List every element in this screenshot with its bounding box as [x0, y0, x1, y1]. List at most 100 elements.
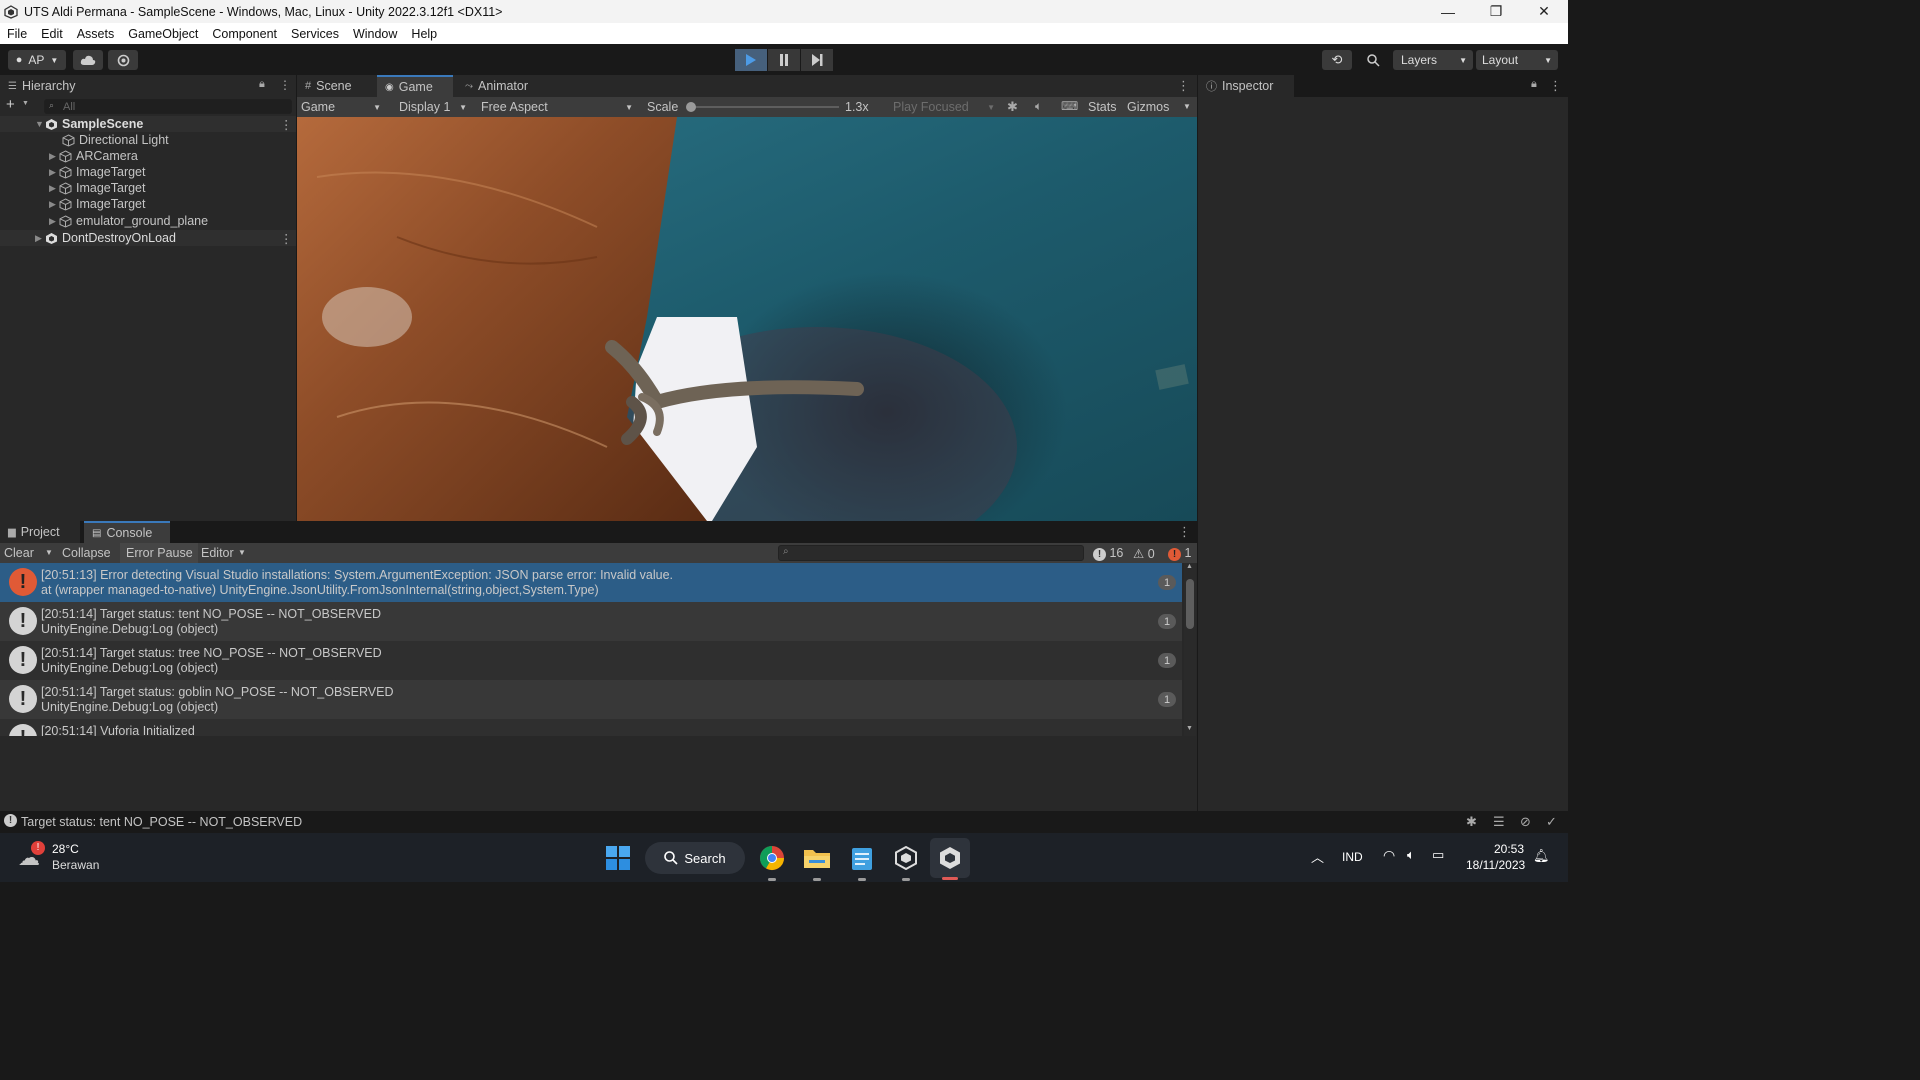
tab-inspector[interactable]: ⓘ Inspector [1198, 75, 1294, 97]
menu-help[interactable]: Help [404, 27, 444, 41]
more-options-icon[interactable]: ⋮ [1549, 78, 1562, 94]
scroll-up-icon[interactable]: ▲ [1186, 563, 1193, 570]
chevron-down-icon[interactable]: ▼ [22, 100, 29, 107]
search-button[interactable] [1358, 50, 1388, 70]
status-message[interactable]: Target status: tent NO_POSE -- NOT_OBSER… [21, 815, 302, 829]
play-focused-dropdown[interactable]: Play Focused ▼ [887, 97, 999, 117]
log-filter-button[interactable]: ! 16 [1093, 546, 1123, 561]
scale-slider[interactable] [689, 106, 839, 108]
minimize-button[interactable]: — [1424, 0, 1472, 23]
unity-hub-app[interactable] [891, 843, 921, 873]
console-row[interactable]: ! [20:51:13] Error detecting Visual Stud… [0, 563, 1182, 602]
notification-icon[interactable]: 🔔︎ [1533, 848, 1550, 864]
check-icon[interactable]: ✓ [1546, 814, 1557, 830]
file-explorer-app[interactable] [802, 843, 832, 873]
hierarchy-item[interactable]: Directional Light [0, 132, 296, 148]
console-row[interactable]: ! [20:51:14] Target status: tent NO_POSE… [0, 602, 1182, 641]
network-icon[interactable]: ⊘ [1520, 814, 1531, 830]
collab-button[interactable] [108, 50, 138, 70]
expand-arrow-icon[interactable]: ▶ [35, 233, 45, 244]
console-row[interactable]: ! [20:51:14] Target status: tree NO_POSE… [0, 641, 1182, 680]
chevron-down-icon[interactable]: ▼ [1183, 102, 1191, 111]
expand-arrow-icon[interactable]: ▶ [49, 151, 59, 162]
layout-dropdown[interactable]: Layout ▼ [1476, 50, 1558, 70]
more-options-icon[interactable]: ⋮ [1178, 524, 1191, 540]
menu-assets[interactable]: Assets [70, 27, 122, 41]
chevron-down-icon[interactable]: ▼ [238, 548, 246, 557]
expand-arrow-icon[interactable]: ▶ [49, 199, 59, 210]
wifi-icon[interactable]: ◠ [1383, 847, 1395, 864]
more-options-icon[interactable]: ⋮ [280, 117, 293, 132]
menu-gameobject[interactable]: GameObject [121, 27, 205, 41]
history-button[interactable]: ⟲ [1322, 50, 1352, 70]
tab-animator[interactable]: ⤳ Animator [457, 75, 537, 97]
lock-icon[interactable]: 🔒︎ [1531, 78, 1537, 91]
lock-icon[interactable]: 🔒︎ [259, 78, 265, 91]
error-pause-button[interactable]: Error Pause [126, 546, 193, 560]
tab-console[interactable]: ▤ Console [84, 521, 170, 543]
console-row[interactable]: ! [20:51:14] Vuforia Initialized [0, 719, 1182, 736]
taskbar-search[interactable]: Search [645, 842, 745, 874]
chevron-down-icon[interactable]: ▼ [45, 548, 53, 557]
bug-icon[interactable]: ✱ [1007, 99, 1018, 115]
scrollbar-thumb[interactable] [1186, 579, 1194, 629]
stats-button[interactable]: Stats [1088, 100, 1117, 114]
battery-icon[interactable]: ▭ [1432, 847, 1444, 863]
more-options-icon[interactable]: ⋮ [1177, 78, 1190, 94]
play-button[interactable] [735, 49, 767, 71]
console-scrollbar[interactable]: ▲ ▼ [1184, 563, 1196, 736]
close-button[interactable]: ✕ [1520, 0, 1568, 23]
unity-editor-app[interactable] [930, 838, 970, 878]
maximize-button[interactable]: ❐ [1472, 0, 1520, 23]
start-button[interactable] [603, 843, 633, 873]
account-button[interactable]: ● AP ▼ [8, 50, 66, 70]
scroll-down-icon[interactable]: ▼ [1186, 725, 1193, 732]
hierarchy-item[interactable]: ▶ ImageTarget [0, 196, 296, 212]
language-indicator[interactable]: IND [1342, 850, 1363, 864]
more-options-icon[interactable]: ⋮ [280, 231, 293, 246]
expand-arrow-icon[interactable]: ▶ [49, 183, 59, 194]
volume-icon[interactable]: 🔈︎ [1407, 847, 1415, 863]
error-filter-button[interactable]: ! 1 [1168, 546, 1191, 561]
console-search-input[interactable]: ⌕ [778, 545, 1084, 561]
game-viewport[interactable] [297, 117, 1197, 521]
add-icon[interactable]: + [6, 96, 15, 113]
collapse-button[interactable]: Collapse [62, 546, 111, 560]
menu-edit[interactable]: Edit [34, 27, 70, 41]
layers-dropdown[interactable]: Layers ▼ [1393, 50, 1473, 70]
clock-date[interactable]: 18/11/2023 [1466, 858, 1525, 872]
dontdestroy-row[interactable]: ▶ DontDestroyOnLoad ⋮ [0, 230, 296, 246]
hierarchy-item[interactable]: ▶ emulator_ground_plane [0, 213, 296, 229]
warning-filter-button[interactable]: ⚠ 0 [1133, 546, 1155, 561]
hierarchy-item[interactable]: ▶ ImageTarget [0, 180, 296, 196]
menu-services[interactable]: Services [284, 27, 346, 41]
bug-icon[interactable]: ✱ [1466, 814, 1477, 830]
scale-slider-handle[interactable] [686, 102, 696, 112]
console-row[interactable]: ! [20:51:14] Target status: goblin NO_PO… [0, 680, 1182, 719]
menu-window[interactable]: Window [346, 27, 404, 41]
display-dropdown[interactable]: Display 1 ▼ [393, 97, 473, 117]
expand-arrow-icon[interactable]: ▼ [35, 119, 45, 129]
hierarchy-item[interactable]: ▶ ARCamera [0, 148, 296, 164]
hierarchy-item[interactable]: ▶ ImageTarget [0, 164, 296, 180]
pause-button[interactable] [768, 49, 800, 71]
more-options-icon[interactable]: ⋮ [279, 78, 291, 92]
audio-icon[interactable]: 🔈︎ [1035, 99, 1042, 114]
clear-button[interactable]: Clear [4, 546, 34, 560]
tab-game[interactable]: ◉ Game [377, 75, 453, 97]
scene-row[interactable]: ▼ SampleScene ⋮ [0, 116, 296, 132]
aspect-dropdown[interactable]: Free Aspect ▼ [475, 97, 637, 117]
chevron-up-icon[interactable]: ︿ [1311, 847, 1324, 866]
cloud-button[interactable] [73, 50, 103, 70]
hierarchy-search-input[interactable]: ⌕ All [44, 99, 292, 114]
tab-project[interactable]: ▆ Project [0, 521, 80, 543]
tab-scene[interactable]: # Scene [297, 75, 373, 97]
notepad-app[interactable] [847, 843, 877, 873]
expand-arrow-icon[interactable]: ▶ [49, 216, 59, 227]
expand-arrow-icon[interactable]: ▶ [49, 167, 59, 178]
stack-icon[interactable]: ☰ [1493, 814, 1505, 830]
keyboard-icon[interactable]: ⌨ [1061, 99, 1078, 113]
chrome-app[interactable] [757, 843, 787, 873]
clock-time[interactable]: 20:53 [1494, 842, 1524, 856]
tab-hierarchy[interactable]: ☰ Hierarchy [0, 75, 84, 97]
